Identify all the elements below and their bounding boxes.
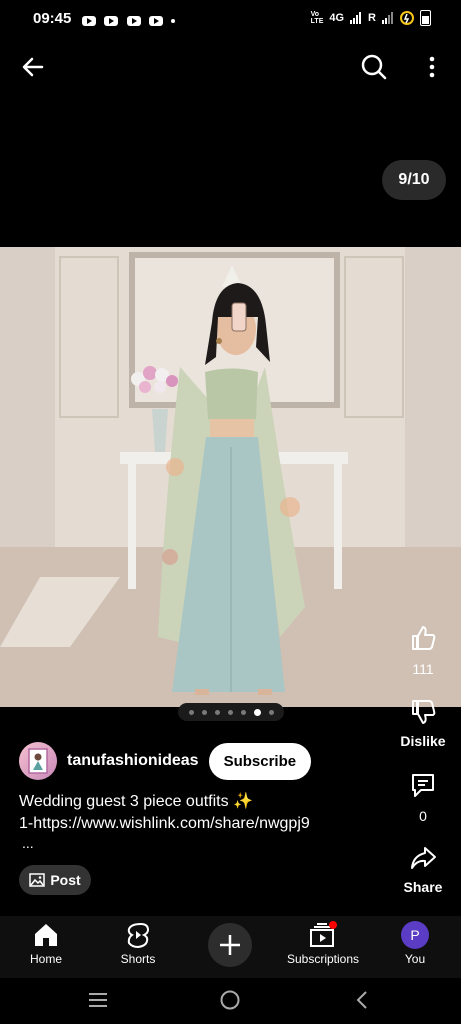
status-time: 09:45 [33, 10, 72, 27]
search-button[interactable] [360, 53, 388, 86]
youtube-notification-icon [126, 15, 141, 26]
subscribe-button[interactable]: Subscribe [208, 742, 312, 780]
post-button[interactable]: Post [19, 865, 91, 895]
carousel-dot-active [253, 708, 261, 716]
like-count: 111 [412, 661, 434, 677]
avatar: P [401, 921, 429, 949]
more-options-button[interactable] [420, 55, 444, 84]
channel-row: tanufashionideas Subscribe [19, 741, 312, 781]
share-icon [411, 847, 436, 869]
notification-icons [78, 12, 175, 30]
avatar-image-icon [28, 748, 48, 774]
home-icon [35, 924, 57, 946]
like-button[interactable]: 111 [388, 624, 458, 677]
nav-shorts-label: Shorts [120, 952, 156, 966]
post-button-label: Post [50, 872, 81, 888]
bottom-nav: Home Shorts Subscriptions P You [0, 916, 461, 978]
create-icon [220, 935, 240, 955]
shorts-icon [127, 922, 150, 949]
create-button[interactable] [208, 923, 252, 967]
dislike-label: Dislike [400, 733, 446, 749]
image-icon [29, 873, 46, 887]
subscriptions-icon [310, 921, 337, 947]
volte-icon: Vo LTE [310, 11, 324, 25]
comment-button[interactable]: 0 [388, 771, 458, 824]
arrow-left-icon [22, 57, 44, 77]
carousel-dot [188, 709, 194, 715]
comment-icon [412, 774, 434, 797]
caption-line-2: 1-https://www.wishlink.com/share/nwgpj9 [19, 815, 310, 832]
system-nav-bar [0, 978, 461, 1024]
signal-icon-2 [382, 12, 393, 24]
channel-avatar[interactable] [19, 742, 57, 780]
more-vertical-icon [429, 56, 435, 78]
more-notifications-icon [170, 18, 175, 23]
channel-name[interactable]: tanufashionideas [67, 752, 199, 770]
status-bar: 09:45 Vo LTE 4G R [0, 0, 461, 38]
share-button[interactable]: Share [388, 844, 458, 895]
status-right: Vo LTE 4G R [311, 10, 431, 26]
signal-icon [350, 12, 362, 24]
thumbs-down-icon [412, 700, 436, 724]
youtube-notification-icon [149, 15, 164, 26]
nav-home-label: Home [29, 952, 62, 966]
home-circle-icon[interactable] [218, 988, 242, 1012]
carousel-dot [268, 709, 274, 715]
thumbs-up-icon [412, 626, 436, 650]
carousel-dot [214, 709, 220, 715]
carousel-dot [201, 709, 207, 715]
caption-more[interactable]: ... [22, 835, 34, 851]
nav-home[interactable]: Home [1, 921, 91, 966]
image-counter: 9/10 [382, 160, 446, 200]
comment-count: 0 [419, 808, 427, 824]
carousel-dot [227, 709, 233, 715]
back-button[interactable] [20, 54, 46, 85]
nav-subscriptions[interactable]: Subscriptions [277, 921, 369, 966]
search-icon [361, 54, 387, 80]
youtube-notification-icon [82, 15, 96, 26]
share-label: Share [403, 879, 443, 895]
youtube-notification-icon [104, 15, 119, 26]
carousel-indicator [178, 703, 284, 721]
recents-icon[interactable] [86, 990, 110, 1010]
carousel-dot [240, 709, 246, 715]
battery-saver-icon [400, 11, 414, 25]
back-chevron-icon[interactable] [352, 988, 372, 1012]
roaming-indicator: R [368, 12, 376, 24]
nav-you[interactable]: P You [370, 921, 460, 966]
network-type: 4G [329, 12, 345, 24]
nav-shorts[interactable]: Shorts [93, 921, 183, 966]
nav-subscriptions-label: Subscriptions [286, 952, 360, 966]
battery-icon [420, 10, 431, 26]
post-caption[interactable]: Wedding guest 3 piece outfits ✨ 1-https:… [19, 791, 379, 835]
dislike-button[interactable]: Dislike [388, 698, 458, 749]
nav-you-label: You [404, 952, 426, 966]
caption-line-1: Wedding guest 3 piece outfits ✨ [19, 793, 253, 810]
